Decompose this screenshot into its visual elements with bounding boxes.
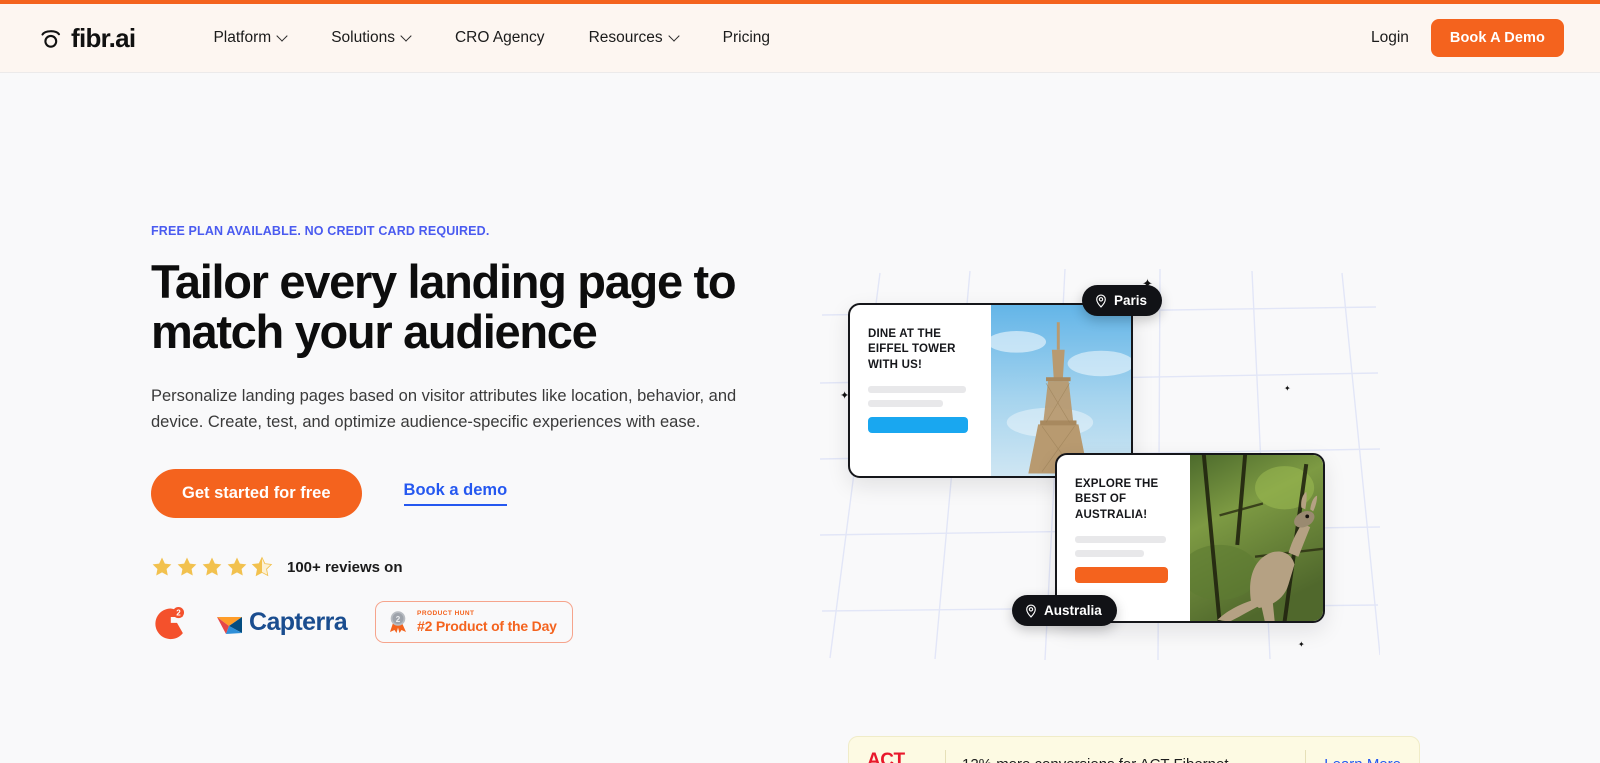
logo[interactable]: fibr.ai: [38, 22, 136, 54]
skeleton-line: [1075, 535, 1167, 543]
card-cta-button[interactable]: [1075, 566, 1169, 583]
map-pin-icon: [1096, 293, 1106, 308]
logo-text: fibr.ai: [71, 22, 136, 53]
capterra-wordmark: Capterra: [249, 607, 348, 636]
product-hunt-labels: PRODUCT HUNT #2 Product of the Day: [417, 610, 557, 634]
medal-icon: 2: [390, 611, 407, 634]
location-pin-australia: Australia: [1012, 595, 1117, 626]
skeleton-line: [1075, 549, 1145, 557]
book-a-demo-button[interactable]: Book A Demo: [1430, 19, 1564, 57]
g2-logo: 2: [155, 607, 185, 640]
landing-page-card-paris[interactable]: DINE AT THE EIFFEL TOWER WITH US!: [848, 303, 1133, 478]
divider: [945, 749, 946, 763]
skeleton-line: [868, 385, 966, 393]
card-title: EXPLORE THE BEST OF AUSTRALIA!: [1075, 478, 1159, 521]
main-nav: Platform Solutions CRO Agency Resources …: [191, 21, 792, 55]
nav-label: Solutions: [331, 29, 395, 46]
page-title: Tailor every landing page to match your …: [151, 255, 737, 358]
nav-item-cro-agency[interactable]: CRO Agency: [433, 21, 567, 55]
learn-more-link[interactable]: Learn More: [1324, 756, 1401, 763]
location-pin-paris: Paris: [1082, 285, 1163, 316]
star-rating: [151, 556, 273, 578]
chevron-down-icon: [278, 32, 287, 41]
nav-label: Pricing: [722, 29, 771, 46]
nav-item-pricing[interactable]: Pricing: [701, 21, 792, 55]
star-filled-icon: [152, 557, 172, 576]
act-fibernet-logo: ACT FIBERNET: [867, 751, 929, 763]
nav-label: Resources: [588, 29, 663, 46]
star-filled-icon: [202, 557, 222, 576]
hero-illustration-area: ✦ ✦ ✦ ✦ ✦ DINE AT THE EIFFEL TOWER WITH …: [800, 73, 1600, 763]
star-filled-icon: [177, 557, 197, 576]
nav-item-solutions[interactable]: Solutions: [309, 21, 433, 55]
nav-item-resources[interactable]: Resources: [567, 21, 701, 55]
notification-message: 12% more conversions for ACT Fibernet: [962, 756, 1287, 763]
star-half-icon: [251, 556, 273, 577]
nav-item-platform[interactable]: Platform: [191, 21, 309, 55]
eiffel-tower-photo: [990, 305, 1131, 476]
book-a-demo-link[interactable]: Book a demo: [403, 481, 508, 507]
nav-label: CRO Agency: [454, 29, 545, 46]
kangaroo-photo: [1190, 455, 1323, 621]
header-actions: Login Book A Demo: [1371, 19, 1564, 57]
rating-row: 100+ reviews on: [151, 556, 800, 578]
sparkle-decoration-icon: ✦: [1298, 640, 1305, 649]
reviews-count-label: 100+ reviews on: [287, 558, 403, 576]
chevron-down-icon: [402, 32, 411, 41]
star-filled-icon: [227, 557, 247, 576]
hero-content: FREE PLAN AVAILABLE. NO CREDIT CARD REQU…: [0, 73, 800, 763]
card-title: DINE AT THE EIFFEL TOWER WITH US!: [868, 328, 956, 371]
chevron-down-icon: [670, 32, 679, 41]
product-hunt-top-label: PRODUCT HUNT: [417, 610, 475, 618]
product-hunt-main-label: #2 Product of the Day: [417, 618, 557, 635]
pin-label: Paris: [1114, 293, 1148, 308]
capterra-mark-icon: [217, 617, 242, 635]
hero-subheadline: Personalize landing pages based on visit…: [151, 386, 737, 432]
eye-logo-icon: [38, 25, 64, 51]
site-header: fibr.ai Platform Solutions CRO Agency Re…: [0, 4, 1600, 73]
sparkle-decoration-icon: ✦: [1284, 384, 1291, 393]
act-wordmark: ACT: [867, 750, 905, 763]
svg-text:2: 2: [396, 615, 401, 624]
pin-label: Australia: [1044, 603, 1102, 618]
capterra-logo: Capterra: [215, 607, 348, 637]
svg-text:2: 2: [176, 609, 181, 618]
login-link[interactable]: Login: [1371, 29, 1409, 47]
social-proof-logos: 2 Capterra 2 PRODUCT HUNT #2 Product of …: [151, 601, 800, 644]
hero-section: FREE PLAN AVAILABLE. NO CREDIT CARD REQU…: [0, 73, 1600, 763]
divider: [1305, 749, 1307, 763]
skeleton-line: [868, 399, 943, 407]
hero-eyebrow: FREE PLAN AVAILABLE. NO CREDIT CARD REQU…: [151, 224, 490, 238]
get-started-button[interactable]: Get started for free: [151, 469, 362, 519]
hero-cta-row: Get started for free Book a demo: [151, 469, 800, 519]
map-pin-icon: [1026, 603, 1036, 618]
card-cta-button[interactable]: [868, 416, 969, 433]
hero-illustration: ✦ ✦ ✦ ✦ ✦ DINE AT THE EIFFEL TOWER WITH …: [820, 263, 1380, 663]
card-copy: DINE AT THE EIFFEL TOWER WITH US!: [850, 305, 991, 476]
conversion-notification-banner: ACT FIBERNET 12% more conversions for AC…: [848, 736, 1420, 763]
product-hunt-badge[interactable]: 2 PRODUCT HUNT #2 Product of the Day: [375, 601, 573, 644]
nav-label: Platform: [213, 29, 272, 46]
